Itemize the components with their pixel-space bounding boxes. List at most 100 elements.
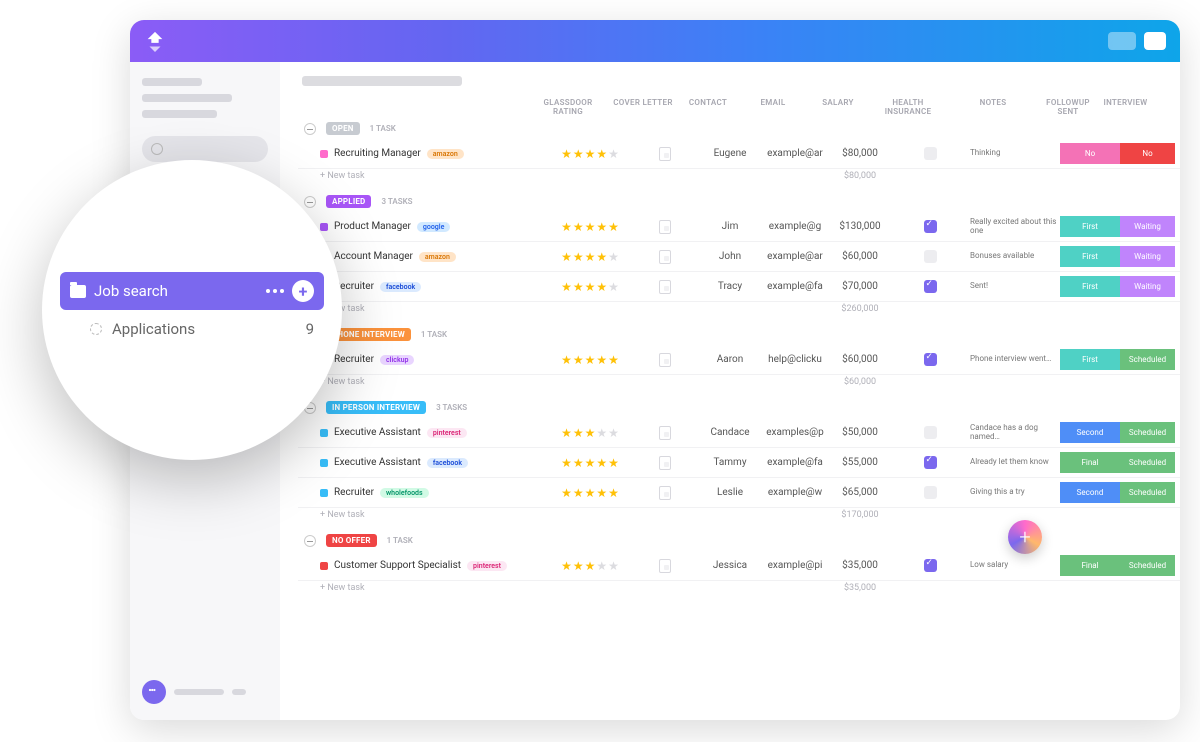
interview-badge[interactable]: Waiting [1120,216,1175,237]
notes-cell[interactable]: Sent! [970,282,1060,291]
followup-badge[interactable]: First [1060,349,1120,370]
document-icon[interactable] [659,456,671,470]
contact-cell[interactable]: Tracy [700,281,760,292]
rating-cell[interactable]: ★★★★★ [550,280,630,294]
email-cell[interactable]: example@g [760,221,830,232]
collapse-icon[interactable] [304,196,316,208]
checkbox[interactable] [924,353,937,366]
notes-cell[interactable]: Phone interview went… [970,355,1060,364]
task-row[interactable]: Product Manager google ★★★★★ Jim example… [298,212,1180,242]
salary-cell[interactable]: $65,000 [830,487,890,498]
notes-cell[interactable]: Already let them know [970,458,1060,467]
rating-cell[interactable]: ★★★★★ [550,250,630,264]
followup-badge[interactable]: Final [1060,452,1120,473]
interview-badge[interactable]: Scheduled [1120,555,1175,576]
task-row[interactable]: Recruiter facebook ★★★★★ Tracy example@f… [298,272,1180,302]
company-tag[interactable]: pinterest [467,561,507,571]
email-cell[interactable]: example@ar [760,148,830,159]
notes-cell[interactable]: Really excited about this one [970,218,1060,236]
col-header[interactable]: INTERVIEW [1098,98,1153,116]
task-title[interactable]: Customer Support Specialist [334,560,461,571]
status-group-header[interactable]: APPLIED 3 TASKS [304,195,1180,208]
salary-cell[interactable]: $80,000 [830,148,890,159]
col-header[interactable]: HEALTH INSURANCE [868,98,948,116]
email-cell[interactable]: example@w [760,487,830,498]
salary-cell[interactable]: $55,000 [830,457,890,468]
company-tag[interactable]: amazon [419,252,456,262]
task-title[interactable]: Account Manager [334,251,413,262]
status-square-icon[interactable] [320,150,328,158]
company-tag[interactable]: pinterest [427,428,467,438]
status-group-header[interactable]: IN PERSON INTERVIEW 3 TASKS [304,401,1180,414]
collapse-icon[interactable] [304,535,316,547]
document-icon[interactable] [659,426,671,440]
col-header[interactable]: NOTES [948,98,1038,116]
status-square-icon[interactable] [320,489,328,497]
notes-cell[interactable]: Giving this a try [970,488,1060,497]
col-header[interactable]: FOLLOWUP SENT [1038,98,1098,116]
status-square-icon[interactable] [320,562,328,570]
interview-badge[interactable]: Scheduled [1120,349,1175,370]
contact-cell[interactable]: Candace [700,427,760,438]
document-icon[interactable] [659,486,671,500]
new-task-button[interactable]: + New task [320,304,550,314]
checkbox[interactable] [924,456,937,469]
new-task-button[interactable]: + New task [320,377,550,387]
salary-cell[interactable]: $60,000 [830,251,890,262]
topbar-pill[interactable] [1108,32,1136,50]
task-title[interactable]: Executive Assistant [334,457,421,468]
salary-cell[interactable]: $70,000 [830,281,890,292]
notes-cell[interactable]: Low salary [970,561,1060,570]
status-group-header[interactable]: PHONE INTERVIEW 1 TASK [304,328,1180,341]
checkbox[interactable] [924,280,937,293]
email-cell[interactable]: help@clicku [760,354,830,365]
contact-cell[interactable]: Aaron [700,354,760,365]
task-title[interactable]: Recruiter [334,354,374,365]
sidebar-item-applications[interactable]: Applications 9 [60,310,324,348]
interview-badge[interactable]: Scheduled [1120,482,1175,503]
col-header[interactable]: GLASSDOOR RATING [528,98,608,116]
quick-add-fab[interactable]: + [1008,520,1042,554]
salary-cell[interactable]: $50,000 [830,427,890,438]
email-cell[interactable]: example@fa [760,457,830,468]
notes-cell[interactable]: Candace has a dog named… [970,424,1060,442]
rating-cell[interactable]: ★★★★★ [550,456,630,470]
company-tag[interactable]: google [417,222,450,232]
contact-cell[interactable]: Leslie [700,487,760,498]
document-icon[interactable] [659,250,671,264]
followup-badge[interactable]: Final [1060,555,1120,576]
checkbox[interactable] [924,220,937,233]
task-row[interactable]: Account Manager amazon ★★★★★ John exampl… [298,242,1180,272]
document-icon[interactable] [659,559,671,573]
salary-cell[interactable]: $35,000 [830,560,890,571]
chat-icon[interactable] [142,680,166,704]
interview-badge[interactable]: Waiting [1120,246,1175,267]
task-title[interactable]: Recruiting Manager [334,148,421,159]
contact-cell[interactable]: Tammy [700,457,760,468]
company-tag[interactable]: clickup [380,355,414,365]
topbar-square[interactable] [1144,32,1166,50]
collapse-icon[interactable] [304,123,316,135]
status-square-icon[interactable] [320,459,328,467]
rating-cell[interactable]: ★★★★★ [550,559,630,573]
more-icon[interactable] [266,289,284,293]
rating-cell[interactable]: ★★★★★ [550,220,630,234]
checkbox[interactable] [924,426,937,439]
contact-cell[interactable]: John [700,251,760,262]
rating-cell[interactable]: ★★★★★ [550,486,630,500]
contact-cell[interactable]: Eugene [700,148,760,159]
company-tag[interactable]: wholefoods [380,488,429,498]
add-icon[interactable]: + [292,280,314,302]
interview-badge[interactable]: No [1120,143,1175,164]
document-icon[interactable] [659,353,671,367]
task-row[interactable]: Recruiter clickup ★★★★★ Aaron help@click… [298,345,1180,375]
followup-badge[interactable]: First [1060,246,1120,267]
checkbox[interactable] [924,559,937,572]
task-row[interactable]: Customer Support Specialist pinterest ★★… [298,551,1180,581]
status-square-icon[interactable] [320,223,328,231]
task-row[interactable]: Executive Assistant facebook ★★★★★ Tammy… [298,448,1180,478]
followup-badge[interactable]: First [1060,216,1120,237]
followup-badge[interactable]: First [1060,276,1120,297]
sidebar-search[interactable] [142,136,268,162]
checkbox[interactable] [924,486,937,499]
